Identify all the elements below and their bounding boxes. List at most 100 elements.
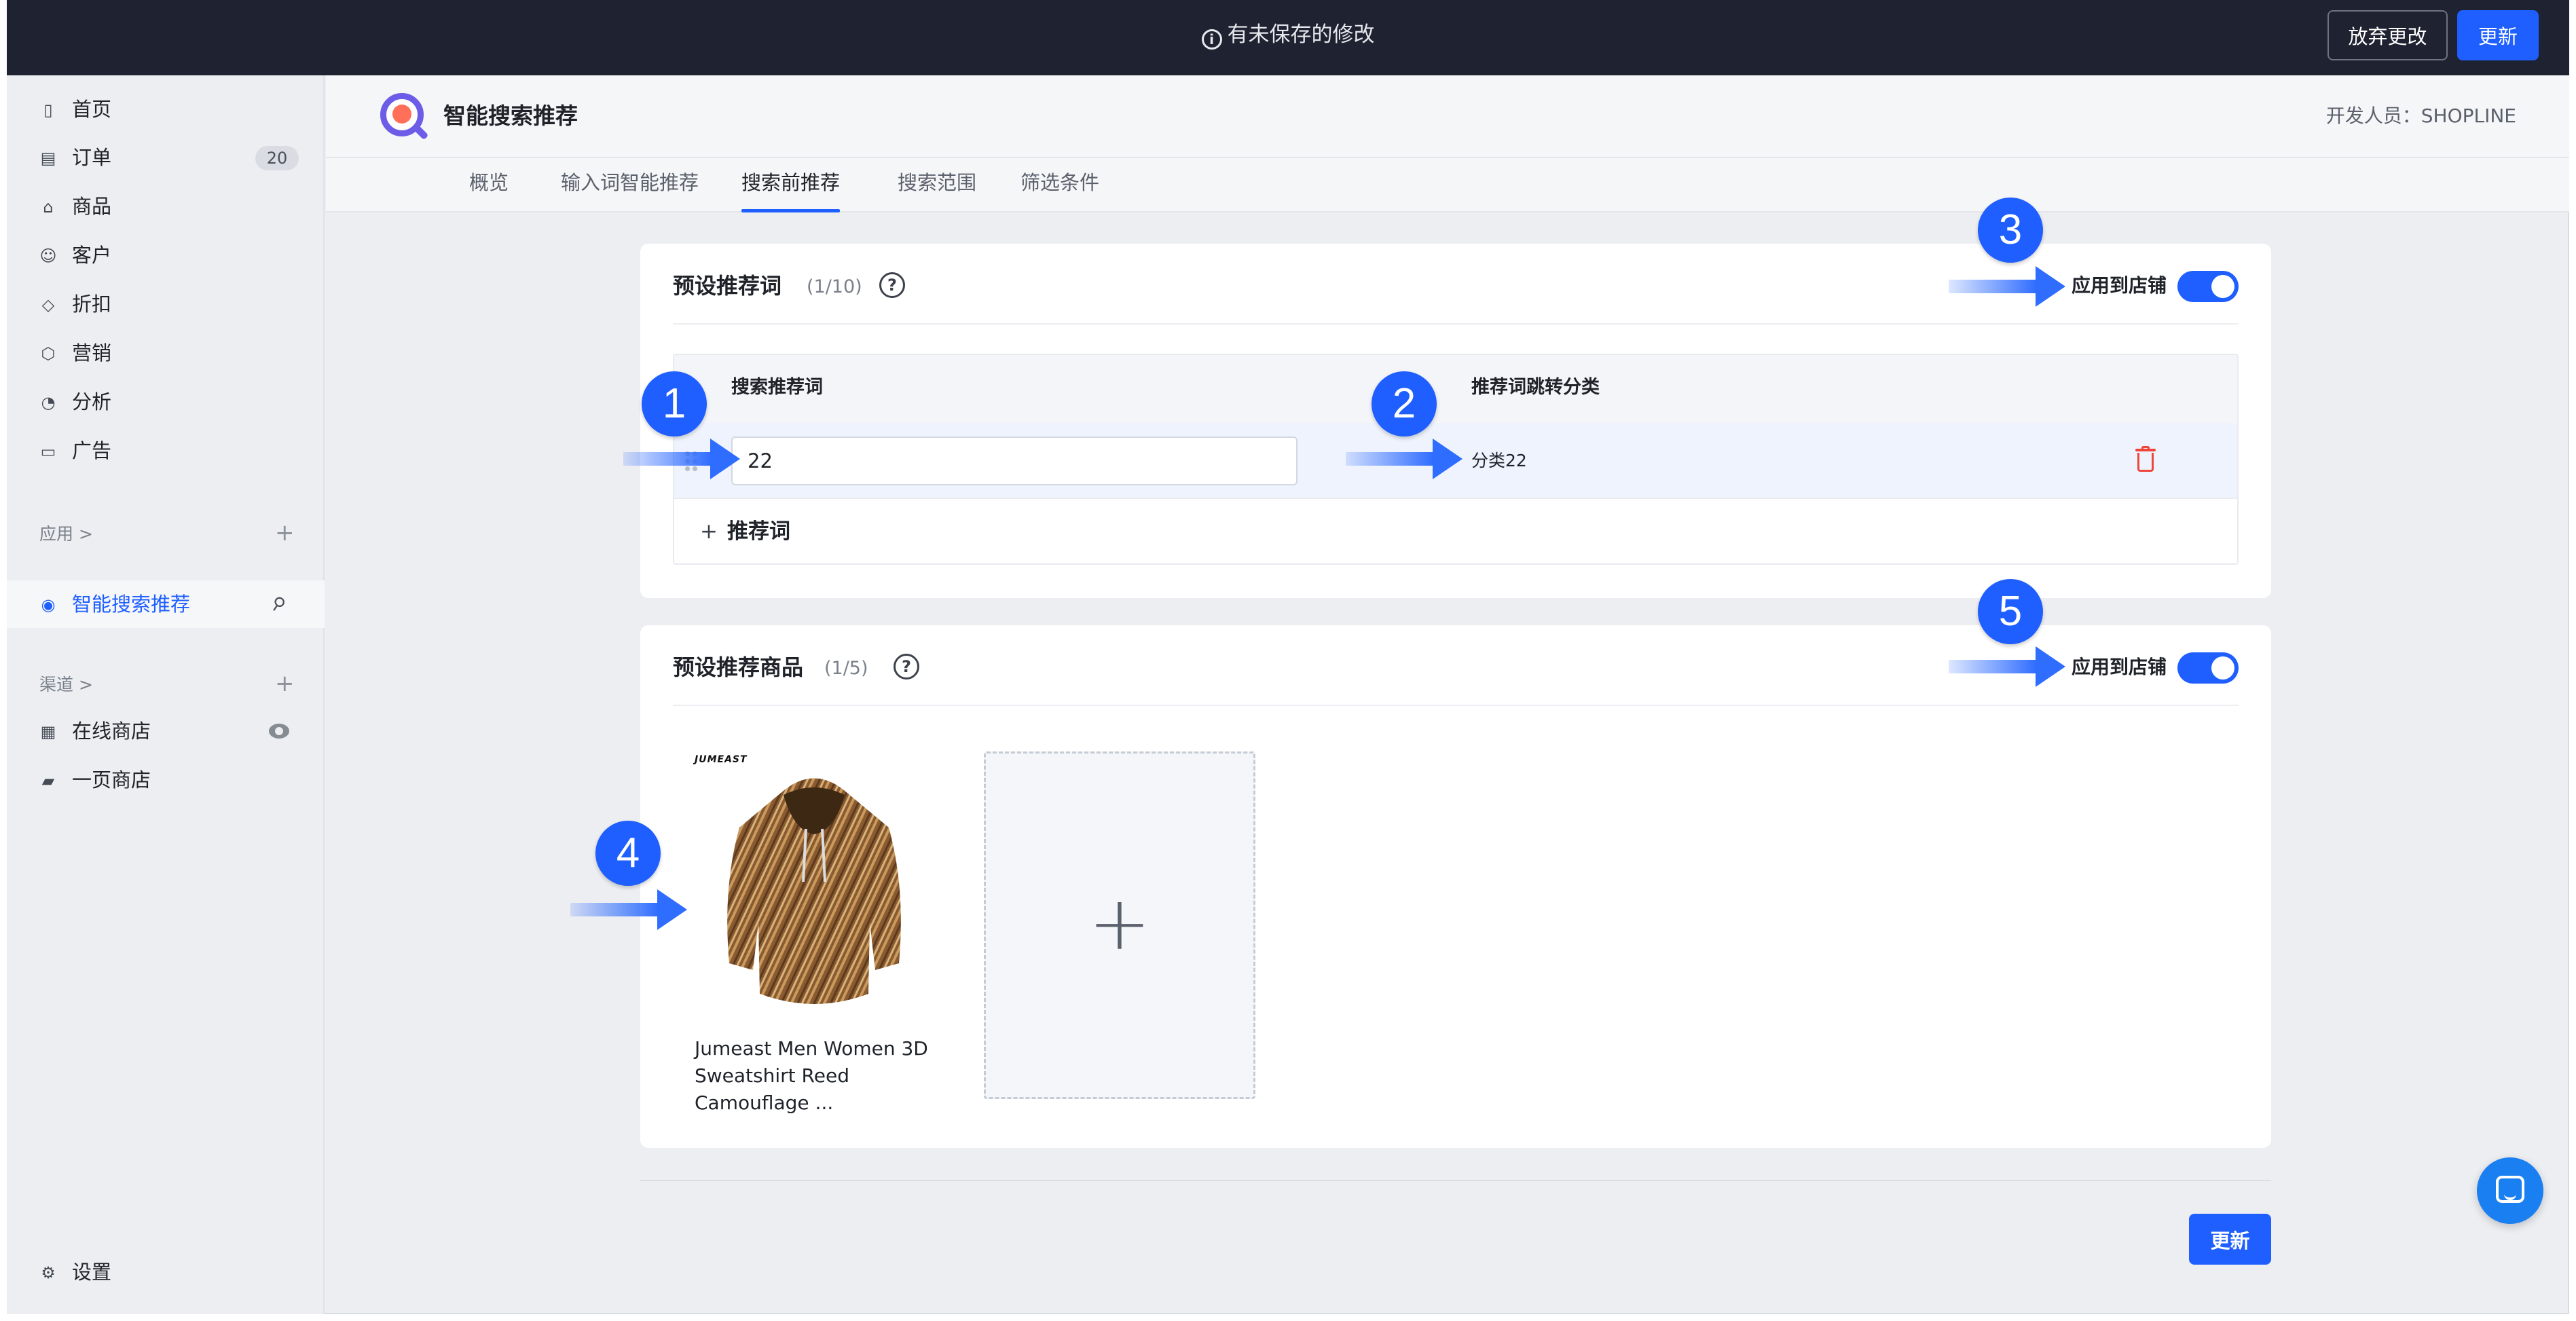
sidebar-item-customers[interactable]: ☺ 客户 <box>7 234 325 277</box>
sidebar-item-label: 订单 <box>72 146 112 169</box>
category-link[interactable]: 分类22 <box>1471 447 1527 475</box>
sidebar-item-orders[interactable]: ▤ 订单 20 <box>7 136 325 179</box>
unsaved-message-text: 有未保存的修改 <box>1227 22 1375 47</box>
sidebar-item-smart-search[interactable]: ◉ 智能搜索推荐 ⚲ <box>7 580 325 628</box>
add-keyword-label: 推荐词 <box>727 519 790 544</box>
product-count: (1/5) <box>824 658 868 679</box>
annotation-marker-5: 5 <box>1978 579 2043 644</box>
apps-section-header[interactable]: 应用 > <box>39 521 93 548</box>
card-title: 预设推荐商品 <box>673 654 804 680</box>
orders-count-badge: 20 <box>255 146 299 170</box>
tab-bar: 概览 输入词智能推荐 搜索前推荐 搜索范围 筛选条件 <box>326 158 2569 212</box>
add-app-icon[interactable]: + <box>275 519 295 546</box>
tab-pre-search-recommend[interactable]: 搜索前推荐 <box>741 168 841 212</box>
smart-search-icon: ◉ <box>41 595 56 614</box>
app-header: 智能搜索推荐 开发人员：SHOPLINE <box>326 75 2569 158</box>
user-icon: ☺ <box>39 246 57 265</box>
eye-icon[interactable] <box>269 724 289 739</box>
order-icon: ▤ <box>40 149 56 168</box>
divider <box>673 323 2239 324</box>
app-logo <box>380 93 429 141</box>
annotation-arrow-3 <box>1949 266 2065 307</box>
annotation-arrow-2 <box>1346 439 1462 479</box>
sidebar-item-label: 一页商店 <box>72 768 151 792</box>
add-product-button[interactable]: + <box>984 751 1255 1099</box>
sidebar-item-analytics[interactable]: ◔ 分析 <box>7 380 325 424</box>
divider <box>640 1180 2271 1181</box>
apply-to-store-toggle[interactable] <box>2177 652 2239 684</box>
tab-overview[interactable]: 概览 <box>469 168 509 212</box>
update-button[interactable]: 更新 <box>2189 1214 2271 1265</box>
add-channel-icon[interactable]: + <box>275 670 295 697</box>
help-icon[interactable]: ? <box>894 654 919 680</box>
keyword-input[interactable] <box>731 436 1298 485</box>
sidebar-item-marketing[interactable]: ⬡ 营销 <box>7 331 325 375</box>
chat-support-icon[interactable] <box>2477 1157 2543 1224</box>
page-title: 智能搜索推荐 <box>443 103 578 129</box>
sidebar-item-products[interactable]: ⌂ 商品 <box>7 185 325 228</box>
column-header-keyword: 搜索推荐词 <box>731 377 823 398</box>
sidebar-item-label: 设置 <box>72 1261 112 1284</box>
bag-icon: ⌂ <box>43 198 54 217</box>
gear-icon: ⚙ <box>41 1263 56 1282</box>
keyword-count: (1/10) <box>807 276 862 297</box>
developer-label: 开发人员：SHOPLINE <box>2325 105 2516 127</box>
tab-input-recommend[interactable]: 输入词智能推荐 <box>561 168 699 212</box>
sidebar-item-label: 折扣 <box>72 293 112 316</box>
discard-changes-button[interactable]: 放弃更改 <box>2327 10 2448 60</box>
column-header-category: 推荐词跳转分类 <box>1471 377 1600 398</box>
channels-section-header[interactable]: 渠道 > <box>39 671 93 699</box>
annotation-arrow-5 <box>1949 646 2065 687</box>
preset-products-card: 预设推荐商品 (1/5) ? 应用到店铺 JUMEAST Jumeast Men… <box>640 625 2271 1148</box>
product-image <box>727 778 901 1004</box>
ad-icon: ▭ <box>40 442 56 461</box>
sidebar-item-label: 分析 <box>72 390 112 413</box>
app-window: i 有未保存的修改 放弃更改 更新 ▯ 首页 ▤ 订单 20 ⌂ 商品 ☺ 客户 … <box>7 0 2569 1314</box>
annotation-marker-4: 4 <box>595 821 661 886</box>
unsaved-message: i 有未保存的修改 <box>7 19 2569 50</box>
sidebar-item-online-store[interactable]: ▦ 在线商店 <box>7 709 325 753</box>
box-icon: ⬡ <box>41 344 56 363</box>
tab-filters[interactable]: 筛选条件 <box>1020 168 1099 212</box>
divider <box>673 705 2239 706</box>
sidebar-item-one-page-store[interactable]: ▰ 一页商店 <box>7 758 325 802</box>
pie-chart-icon: ◔ <box>41 393 56 412</box>
sidebar-item-ads[interactable]: ▭ 广告 <box>7 429 325 472</box>
apply-to-store-label: 应用到店铺 <box>2072 274 2167 297</box>
product-brand: JUMEAST <box>695 754 748 765</box>
home-icon: ▯ <box>43 100 53 119</box>
delete-icon[interactable] <box>2135 446 2156 473</box>
product-card[interactable]: JUMEAST Jumeast Men Women 3D Sweatshirt … <box>673 750 944 1114</box>
sidebar-item-settings[interactable]: ⚙ 设置 <box>7 1250 325 1294</box>
top-update-button[interactable]: 更新 <box>2457 10 2539 60</box>
tab-search-scope[interactable]: 搜索范围 <box>898 168 976 212</box>
plus-icon: + <box>1088 880 1152 967</box>
annotation-arrow-4 <box>570 889 687 930</box>
info-icon: i <box>1201 29 1222 50</box>
sidebar-item-label: 客户 <box>72 244 112 267</box>
annotation-marker-2: 2 <box>1372 371 1437 436</box>
brush-icon: ▰ <box>41 771 55 790</box>
sidebar-item-home[interactable]: ▯ 首页 <box>7 88 325 131</box>
annotation-marker-1: 1 <box>642 371 707 436</box>
card-title: 预设推荐词 <box>673 273 782 299</box>
add-keyword-button[interactable]: + 推荐词 <box>700 517 790 546</box>
tag-icon: ◇ <box>41 295 55 314</box>
sidebar-item-discounts[interactable]: ◇ 折扣 <box>7 282 325 326</box>
apply-to-store-toggle[interactable] <box>2177 271 2239 302</box>
sidebar-item-label: 首页 <box>72 98 112 121</box>
product-title: Jumeast Men Women 3D Sweatshirt Reed Cam… <box>695 1037 928 1114</box>
annotation-arrow-1 <box>623 439 740 479</box>
plus-icon: + <box>700 519 718 544</box>
store-icon: ▦ <box>40 722 56 741</box>
apply-to-store-label: 应用到店铺 <box>2072 656 2167 678</box>
sidebar: ▯ 首页 ▤ 订单 20 ⌂ 商品 ☺ 客户 ◇ 折扣 ⬡ 营销 ◔ 分析 ▭ <box>7 75 325 1314</box>
sidebar-item-label: 广告 <box>72 439 112 462</box>
table-header: 搜索推荐词 推荐词跳转分类 <box>674 355 2237 423</box>
sidebar-item-label: 营销 <box>72 341 112 365</box>
sidebar-item-label: 商品 <box>72 195 112 218</box>
annotation-marker-3: 3 <box>1978 198 2043 263</box>
help-icon[interactable]: ? <box>879 272 905 298</box>
sidebar-item-label: 在线商店 <box>72 720 151 743</box>
unsaved-changes-bar: i 有未保存的修改 放弃更改 更新 <box>7 0 2569 75</box>
